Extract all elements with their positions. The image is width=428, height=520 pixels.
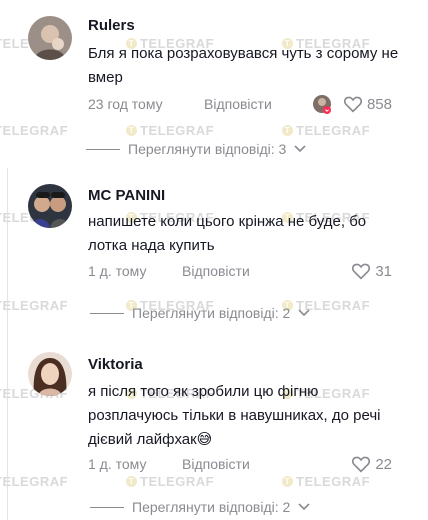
watermark: T TELEGRAF (126, 474, 214, 489)
comment-author[interactable]: Rulers (88, 17, 135, 34)
watermark: TELEGRAF (0, 474, 69, 489)
reply-button[interactable]: Відповісти (204, 96, 272, 112)
comment-text: напишете коли цього крінжа не буде, бо л… (88, 213, 367, 254)
reply-button[interactable]: Відповісти (182, 263, 250, 279)
watermark: TELEGRAF (0, 298, 69, 313)
avatar[interactable] (28, 184, 72, 228)
comment-text: я після того як зробили цю фігню розплач… (88, 383, 381, 448)
comment-time: 23 год тому (88, 96, 163, 112)
like-count: 22 (375, 455, 392, 473)
divider (90, 312, 124, 314)
watermark-logo-icon: T (282, 125, 293, 136)
like-button[interactable]: 31 (351, 262, 392, 280)
like-button[interactable]: 22 (351, 455, 392, 473)
comment-author[interactable]: MC PANINI (88, 187, 165, 204)
like-count: 858 (366, 95, 392, 113)
view-replies-label: Переглянути відповіді: 2 (132, 499, 291, 515)
watermark-logo-icon: T (126, 125, 137, 136)
heart-icon (343, 96, 363, 113)
like-count: 31 (375, 262, 392, 280)
divider (86, 148, 120, 150)
liked-by-creator-avatar[interactable] (312, 94, 332, 114)
view-replies-button[interactable]: Переглянути відповіді: 3 (86, 141, 306, 157)
chevron-down-icon (294, 145, 306, 153)
watermark: TELEGRAF (0, 123, 69, 138)
divider (90, 506, 124, 508)
avatar[interactable] (28, 352, 72, 396)
avatar[interactable] (28, 16, 72, 60)
watermark: T TELEGRAF (126, 123, 214, 138)
like-button[interactable]: 858 (343, 95, 392, 113)
watermark-logo-icon: T (126, 476, 137, 487)
thread-line (7, 168, 8, 520)
heart-icon (352, 456, 371, 473)
view-replies-label: Переглянути відповіді: 3 (128, 141, 287, 157)
view-replies-button[interactable]: Переглянути відповіді: 2 (90, 305, 310, 321)
view-replies-label: Переглянути відповіді: 2 (132, 305, 291, 321)
comment-time: 1 д. тому (88, 456, 147, 472)
view-replies-button[interactable]: Переглянути відповіді: 2 (90, 499, 310, 515)
chevron-down-icon (298, 309, 310, 317)
comment-text: Бля я пока розраховувався чуть з сорому … (88, 45, 399, 86)
watermark: T TELEGRAF (282, 474, 370, 489)
watermark-logo-icon: T (282, 476, 293, 487)
reply-button[interactable]: Відповісти (182, 456, 250, 472)
comment-author[interactable]: Viktoria (88, 356, 143, 373)
chevron-down-icon (298, 503, 310, 511)
comment-time: 1 д. тому (88, 263, 147, 279)
heart-icon (352, 263, 371, 280)
watermark: T TELEGRAF (282, 123, 370, 138)
